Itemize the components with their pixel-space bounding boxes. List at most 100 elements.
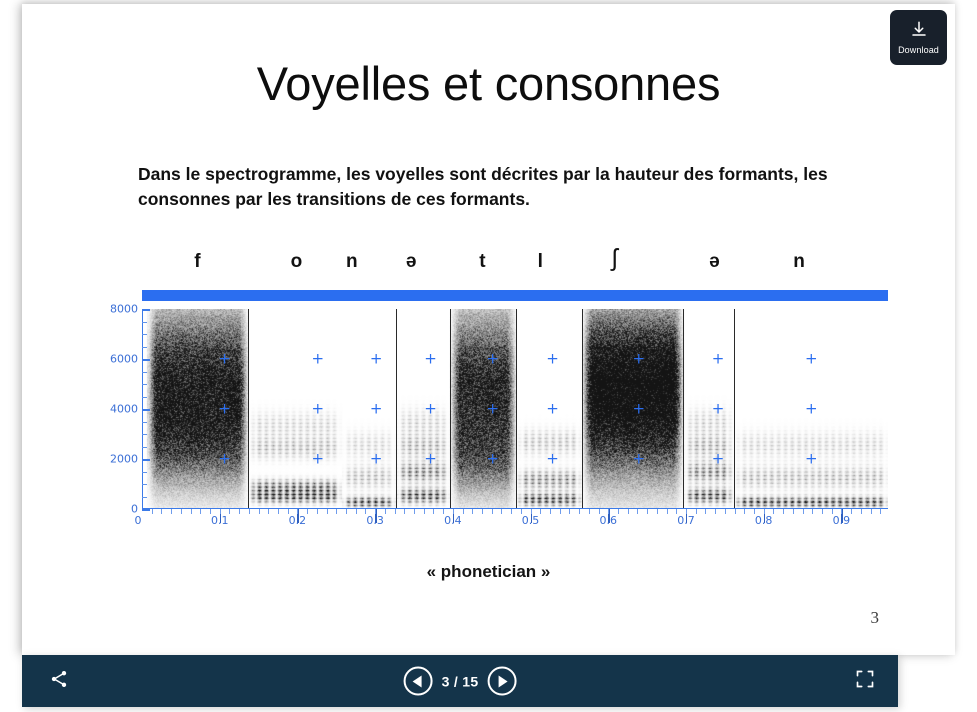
x-tick-minor	[161, 509, 163, 514]
formant-marker: +	[711, 399, 725, 418]
x-tick-minor	[394, 509, 396, 514]
x-tick-minor	[404, 509, 406, 514]
x-tick-minor	[637, 509, 639, 514]
x-tick-minor	[452, 509, 454, 514]
segment-boundary	[683, 309, 685, 508]
fullscreen-icon	[855, 669, 875, 694]
formant-marker: +	[311, 449, 325, 468]
slide-page-number: 3	[870, 608, 880, 627]
x-tick-minor	[695, 509, 697, 514]
formant-marker: +	[711, 349, 725, 368]
download-icon	[910, 20, 928, 43]
x-tick-minor	[821, 509, 823, 514]
x-tick-minor	[744, 509, 746, 514]
x-tick-minor	[433, 509, 435, 514]
formant-marker: +	[311, 349, 325, 368]
segment-boundary	[733, 309, 735, 508]
x-tick-minor	[753, 509, 755, 514]
previous-slide-button[interactable]	[403, 666, 433, 696]
chevron-right-icon	[498, 675, 508, 687]
y-tick-minor	[142, 384, 147, 385]
x-tick-minor	[792, 509, 794, 514]
y-tick-minor	[142, 484, 147, 485]
phone-label-3: ə	[405, 251, 417, 272]
y-tick-label: 4000	[110, 402, 138, 416]
fullscreen-button[interactable]	[850, 666, 880, 696]
x-tick-minor	[569, 509, 571, 514]
y-tick-minor	[142, 346, 147, 348]
x-tick-minor	[530, 509, 532, 514]
formant-marker: +	[546, 399, 559, 418]
formant-marker: +	[486, 349, 499, 368]
x-tick-minor	[676, 509, 678, 514]
y-tick	[142, 459, 150, 461]
x-tick-minor	[598, 509, 600, 514]
x-tick-minor	[481, 509, 483, 514]
x-tick-minor	[588, 509, 590, 514]
x-tick-minor	[491, 509, 493, 514]
x-tick-minor	[316, 509, 318, 514]
x-tick-minor	[229, 509, 231, 514]
phone-label-0: f	[194, 251, 201, 272]
x-tick-minor	[375, 509, 377, 514]
y-tick	[142, 509, 150, 511]
phone-label-2: n	[345, 251, 358, 272]
formant-marker: +	[632, 399, 646, 418]
y-tick-minor	[142, 396, 147, 398]
x-tick-minor	[851, 509, 853, 514]
y-tick	[142, 309, 150, 311]
x-tick-minor	[520, 509, 522, 514]
spectrogram-figure: + + + + + + + + + + + + + + + + + + + + + + + + + + + 0 2000 4000 600…	[110, 290, 900, 535]
x-tick-minor	[345, 509, 347, 514]
slide-title: Voyelles et consonnes	[256, 57, 721, 110]
formant-marker: +	[311, 399, 325, 418]
formant-marker: +	[804, 399, 818, 418]
segment-boundary	[395, 309, 397, 508]
share-icon	[49, 669, 69, 694]
phone-label-1: o	[290, 251, 303, 272]
y-tick-label: 0	[131, 502, 138, 516]
x-tick-minor	[812, 509, 814, 514]
download-button[interactable]: Download	[890, 10, 947, 65]
segment-boundary	[449, 309, 452, 508]
phone-label-5: l	[537, 251, 543, 272]
x-tick-minor	[297, 509, 299, 514]
slide-subtitle: Dans le spectrogramme, les voyelles sont…	[138, 164, 828, 209]
formant-marker: +	[486, 449, 499, 468]
formant-marker: +	[711, 449, 725, 468]
x-tick-label: 0.4	[444, 514, 462, 527]
x-tick-minor	[462, 509, 464, 514]
y-tick-label: 6000	[110, 352, 138, 366]
x-tick-minor	[860, 509, 862, 514]
formant-marker: +	[804, 449, 818, 468]
next-slide-button[interactable]	[487, 666, 517, 696]
x-tick-minor	[763, 509, 765, 514]
phone-label-4: t	[479, 251, 486, 272]
x-tick-minor	[365, 509, 367, 514]
x-tick-minor	[841, 509, 843, 514]
x-tick-minor	[277, 509, 279, 514]
x-tick-minor	[200, 509, 202, 514]
share-button[interactable]	[42, 664, 76, 698]
x-tick-minor	[802, 509, 804, 514]
x-tick-minor	[724, 509, 726, 514]
y-tick	[142, 359, 150, 361]
x-tick-label: 0.7	[677, 514, 695, 527]
x-tick-minor	[705, 509, 707, 514]
phone-label-8: n	[793, 251, 805, 272]
formant-marker: +	[546, 449, 559, 468]
y-tick-minor	[142, 334, 147, 335]
x-tick-minor	[287, 509, 289, 514]
x-tick-minor	[268, 509, 270, 514]
segment-boundary	[516, 309, 518, 508]
y-tick	[142, 409, 150, 411]
x-tick-label: 0.3	[366, 514, 384, 527]
y-tick-minor	[142, 496, 147, 498]
x-tick-minor	[627, 509, 629, 514]
x-tick-label: 0.8	[754, 514, 773, 527]
x-tick-minor	[326, 509, 328, 514]
chevron-left-icon	[412, 675, 422, 687]
x-tick-minor	[831, 509, 833, 514]
download-label: Download	[898, 45, 939, 55]
x-tick-minor	[336, 509, 338, 514]
